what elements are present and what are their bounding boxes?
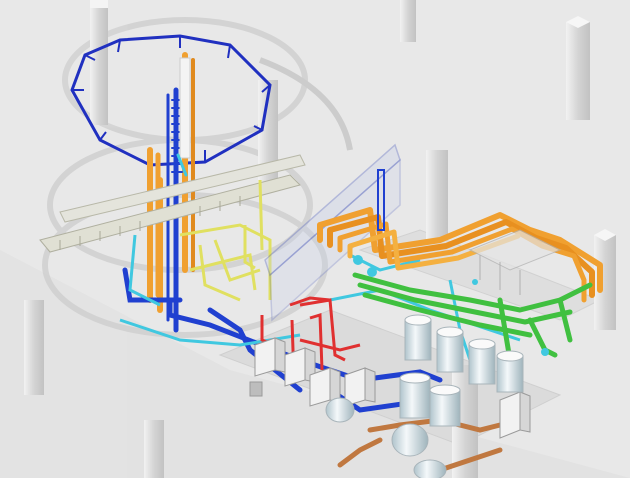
bim-model-viewport[interactable]	[0, 0, 630, 478]
column	[400, 0, 416, 42]
equipment-unit	[249, 381, 263, 397]
equipment-unit	[344, 367, 376, 407]
column	[426, 150, 448, 240]
tank	[496, 350, 524, 393]
tank	[391, 423, 429, 457]
tank	[404, 314, 432, 361]
tank	[468, 338, 496, 385]
equipment-unit	[499, 391, 531, 439]
isometric-piping-model[interactable]	[0, 0, 630, 478]
equipment-unit	[254, 337, 286, 377]
tank	[399, 372, 431, 419]
column	[566, 16, 590, 120]
valve	[472, 279, 478, 285]
column	[24, 300, 44, 395]
tank	[413, 459, 447, 478]
valve	[541, 348, 549, 356]
tank	[429, 384, 461, 427]
valve	[367, 267, 377, 277]
tank	[436, 326, 464, 373]
column	[144, 420, 164, 478]
tank	[325, 397, 355, 423]
valve	[353, 255, 363, 265]
column	[90, 0, 108, 125]
